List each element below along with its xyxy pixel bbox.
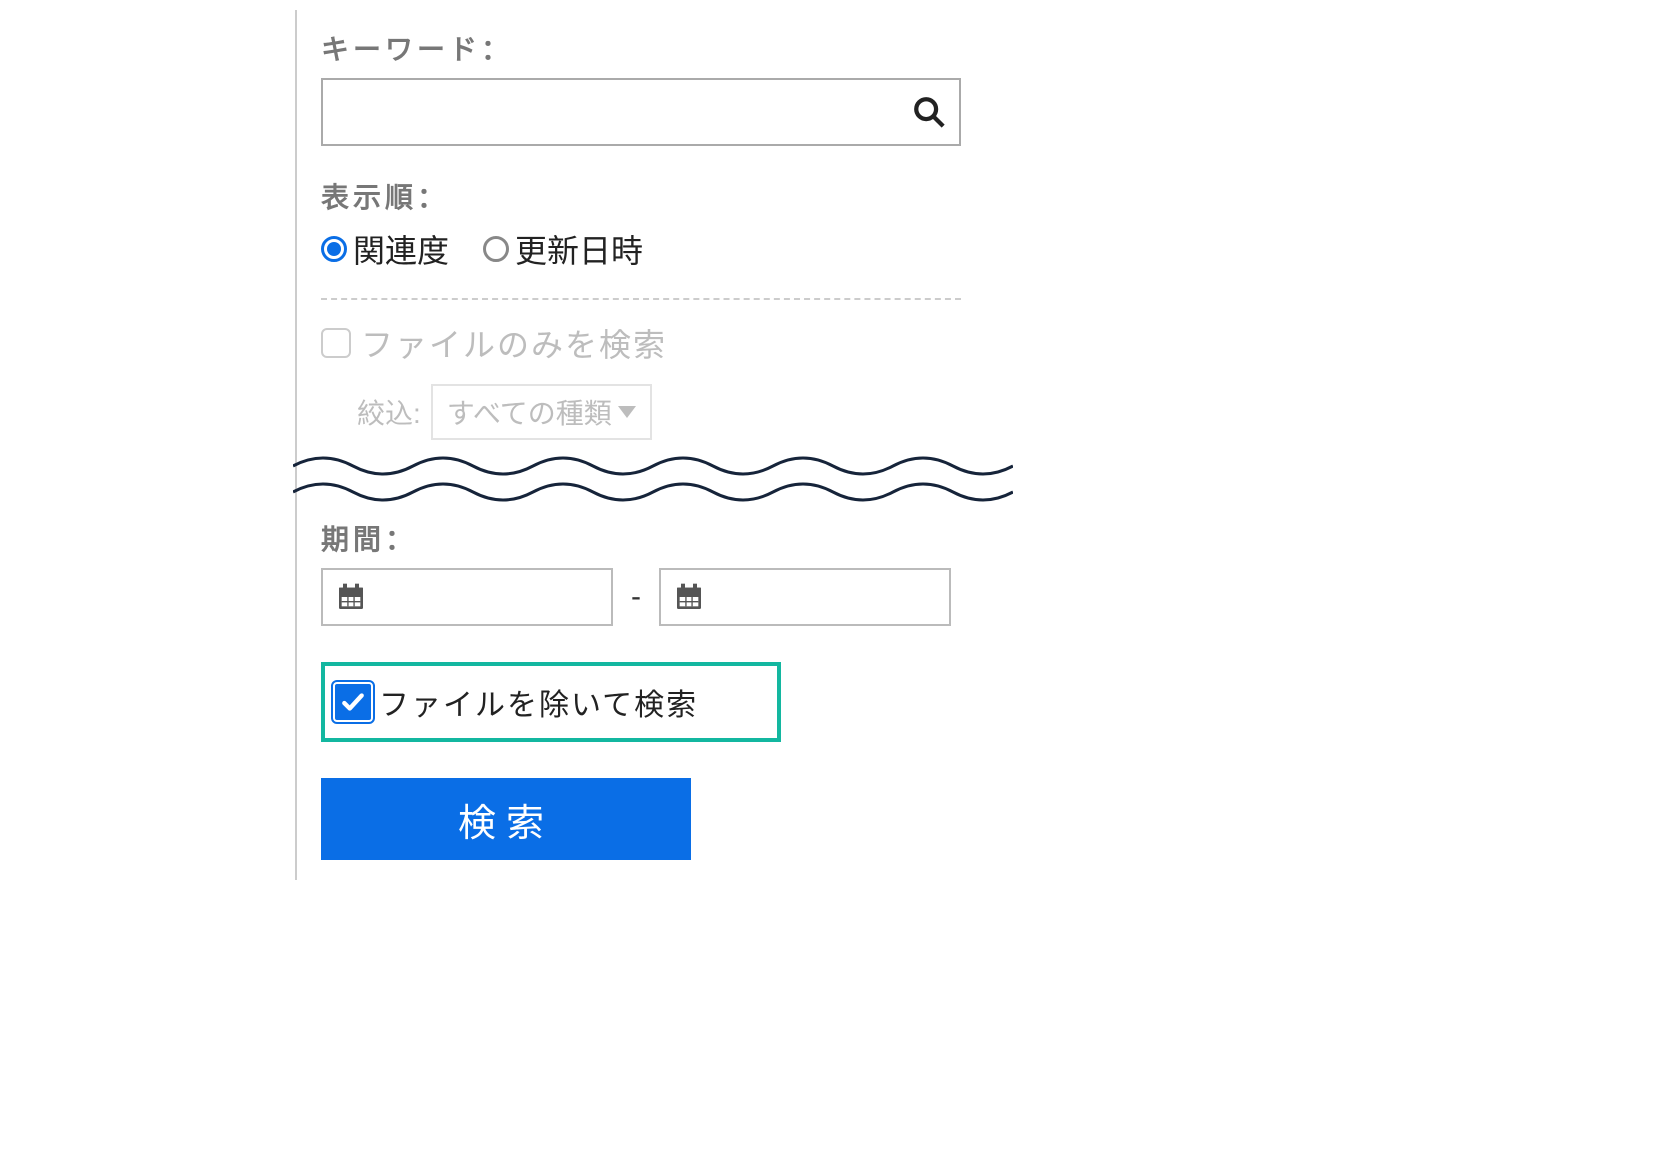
search-button-label: 検索 [458,792,554,847]
sort-radio-label: 更新日時 [515,226,643,272]
exclude-files-label: ファイルを除いて検索 [379,680,698,724]
radio-icon [321,236,347,262]
date-separator: - [631,580,641,614]
filter-row: 絞込: すべての種類 [357,384,995,440]
radio-icon [483,236,509,262]
checkbox-unchecked-icon[interactable] [321,328,351,358]
filter-label: 絞込: [357,392,421,432]
date-range-row: - [321,568,995,626]
chevron-down-icon [618,406,636,418]
sort-radio-label: 関連度 [353,226,449,272]
date-from-input[interactable] [321,568,613,626]
sort-label: 表示順： [321,176,995,216]
sort-radio-updated[interactable]: 更新日時 [483,226,643,272]
content-break-indicator [293,448,1013,504]
keyword-input[interactable] [323,80,899,144]
keyword-label: キーワード： [321,28,995,68]
file-only-row: ファイルのみを検索 [321,320,995,366]
keyword-input-wrap [321,78,961,146]
exclude-files-highlight-box: ファイルを除いて検索 [321,662,781,742]
search-button[interactable]: 検索 [321,778,691,860]
calendar-icon [673,581,705,613]
calendar-icon [335,581,367,613]
file-only-label: ファイルのみを検索 [361,320,667,366]
filter-select[interactable]: すべての種類 [431,384,652,440]
date-to-input[interactable] [659,568,951,626]
divider [321,298,961,300]
search-icon[interactable] [899,80,959,144]
sort-radio-group: 関連度 更新日時 [321,226,995,272]
checkbox-checked-icon[interactable] [335,684,371,720]
filter-selected: すべての種類 [447,392,612,432]
period-label: 期間： [321,518,995,558]
sort-radio-relevance[interactable]: 関連度 [321,226,449,272]
search-panel: キーワード： 表示順： 関連度 更新日時 ファイルのみを検索 [295,10,995,880]
